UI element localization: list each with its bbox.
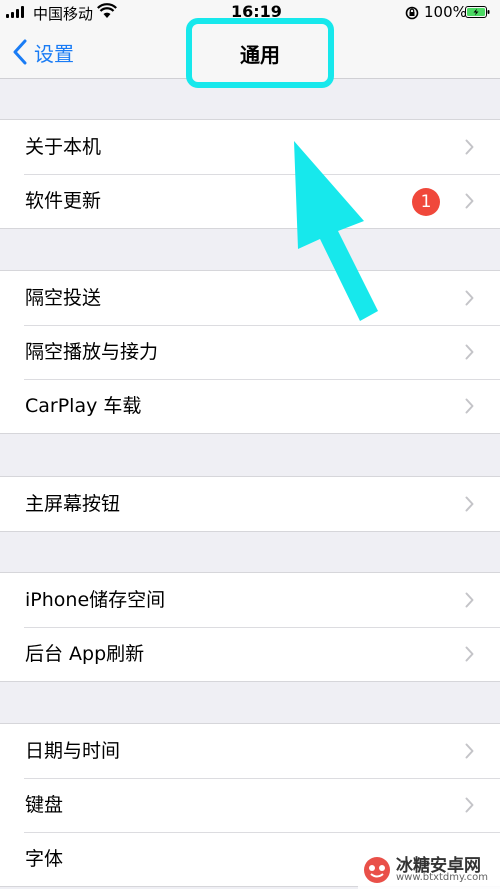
settings-group-airplay: 隔空投送 隔空播放与接力 CarPlay 车载 [0,270,500,434]
wifi-icon [97,3,117,18]
row-label: 主屏幕按钮 [25,493,121,515]
row-label: 关于本机 [25,136,102,158]
back-button[interactable]: 设置 [12,34,74,70]
row-date-time[interactable]: 日期与时间 [0,724,500,778]
chevron-right-icon [465,344,474,360]
row-label: 隔空投送 [25,287,102,309]
carrier-name: 中国移动 [33,5,94,23]
row-about-phone[interactable]: 关于本机 [0,120,500,174]
chevron-right-icon [465,592,474,608]
row-label: 键盘 [25,794,64,816]
chevron-right-icon [465,797,474,813]
row-keyboard[interactable]: 键盘 [0,778,500,832]
row-airplay-handoff[interactable]: 隔空播放与接力 [0,325,500,379]
row-airdrop[interactable]: 隔空投送 [0,271,500,325]
battery-charging-icon [465,6,490,18]
chevron-left-icon [13,39,27,65]
row-background-app-refresh[interactable]: 后台 App刷新 [0,627,500,681]
page-title: 通用 [240,42,280,67]
settings-group-storage: iPhone储存空间 后台 App刷新 [0,572,500,682]
row-iphone-storage[interactable]: iPhone储存空间 [0,573,500,627]
update-badge: 1 [412,188,440,216]
settings-group-home-button: 主屏幕按钮 [0,476,500,532]
back-button-label: 设置 [34,41,74,66]
row-home-button[interactable]: 主屏幕按钮 [0,477,500,531]
chevron-right-icon [465,139,474,155]
chevron-right-icon [465,496,474,512]
row-software-update[interactable]: 软件更新 1 [0,174,500,228]
navigation-bar: 设置 通用 [0,18,500,88]
row-label: iPhone储存空间 [25,589,166,611]
watermark-url: www.btxtdmy.com [396,872,489,883]
chevron-right-icon [465,398,474,414]
row-label: 字体 [25,848,64,870]
rotation-lock-icon [405,6,419,20]
chevron-right-icon [465,290,474,306]
chevron-right-icon [465,646,474,662]
battery-percentage: 100% [424,3,467,21]
row-label: 隔空播放与接力 [25,341,159,363]
row-label: CarPlay 车载 [25,395,142,417]
signal-strength-icon [6,6,28,18]
row-label: 软件更新 [25,190,102,212]
row-label: 后台 App刷新 [25,643,145,665]
chevron-right-icon [465,743,474,759]
row-label: 日期与时间 [25,740,121,762]
watermark-logo-icon [364,857,390,883]
row-carplay[interactable]: CarPlay 车载 [0,379,500,433]
watermark: 冰糖安卓网 www.btxtdmy.com [358,850,500,889]
settings-group-about: 关于本机 软件更新 1 [0,119,500,229]
title-highlight-box: 通用 [186,18,334,88]
chevron-right-icon [465,193,474,209]
